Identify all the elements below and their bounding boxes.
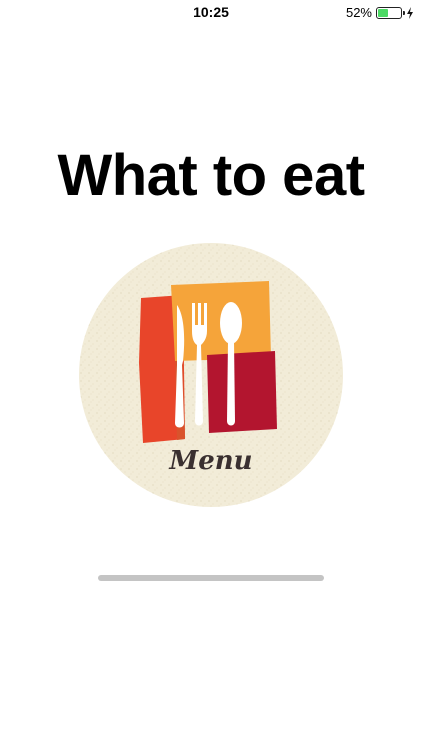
status-bar: 10:25 52% bbox=[0, 0, 422, 24]
charging-bolt-icon bbox=[407, 6, 413, 19]
battery-percent: 52% bbox=[345, 5, 372, 20]
battery-fill bbox=[378, 8, 389, 17]
status-right: 52% bbox=[346, 5, 414, 20]
crimson-block bbox=[207, 351, 277, 433]
spoon-handle bbox=[227, 341, 235, 426]
splash-screen: 10:25 52% What to eat Menu bbox=[0, 0, 422, 750]
spoon-bowl bbox=[220, 302, 242, 344]
battery-icon bbox=[376, 6, 405, 19]
logo-caption: Menu bbox=[169, 446, 253, 476]
loading-bar bbox=[98, 575, 324, 581]
page-title: What to eat bbox=[57, 143, 365, 208]
